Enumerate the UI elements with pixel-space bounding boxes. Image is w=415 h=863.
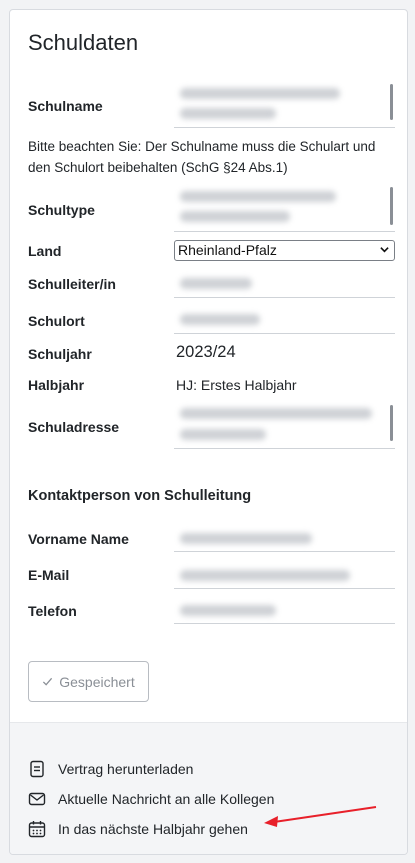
land-label: Land [28, 243, 62, 259]
envelope-icon [28, 792, 46, 806]
textarea-resize-handle[interactable] [390, 187, 393, 225]
school-data-card: Schuldaten Schulname Bitte beachten Sie:… [9, 9, 408, 855]
contact-telefon-input[interactable] [174, 598, 395, 624]
document-icon [30, 760, 44, 778]
contact-section-title: Kontaktperson von Schulleitung [28, 488, 252, 504]
contact-telefon-label: Telefon [28, 603, 77, 619]
schultype-textarea[interactable] [174, 184, 395, 232]
action-label: In das nächste Halbjahr gehen [58, 821, 248, 837]
save-button-label: Gespeichert [59, 673, 135, 690]
schulname-hint: Bitte beachten Sie: Der Schulname muss d… [28, 139, 376, 175]
contact-email-input[interactable] [174, 563, 395, 589]
contact-name-label: Vorname Name [28, 531, 129, 547]
schuladresse-label: Schuladresse [28, 419, 120, 435]
land-select[interactable]: Rheinland-Pfalz [174, 240, 395, 261]
annotation-arrow-icon [264, 806, 377, 827]
schulname-textarea[interactable] [174, 82, 395, 128]
actions-footer: Vertrag herunterladen Aktuelle Nachricht… [10, 722, 407, 854]
halbjahr-label: Halbjahr [28, 377, 85, 393]
textarea-resize-handle[interactable] [390, 84, 393, 120]
action-label: Vertrag herunterladen [58, 761, 194, 777]
contact-name-input[interactable] [174, 526, 395, 552]
action-next-semester[interactable]: In das nächste Halbjahr gehen [28, 819, 248, 839]
halbjahr-value: HJ: Erstes Halbjahr [176, 377, 297, 393]
schultype-label: Schultype [28, 202, 95, 218]
textarea-resize-handle[interactable] [390, 405, 393, 441]
schuljahr-label: Schuljahr [28, 346, 92, 362]
schulort-input[interactable] [174, 308, 395, 334]
action-label: Aktuelle Nachricht an alle Kollegen [58, 791, 275, 807]
schulleiter-input[interactable] [174, 272, 395, 298]
chevron-down-icon [380, 247, 389, 253]
schuladresse-textarea[interactable] [174, 402, 395, 449]
action-message-all[interactable]: Aktuelle Nachricht an alle Kollegen [28, 789, 274, 809]
check-icon [43, 677, 53, 686]
land-select-value: Rheinland-Pfalz [178, 242, 277, 258]
schulort-label: Schulort [28, 313, 85, 329]
action-download-contract[interactable]: Vertrag herunterladen [28, 759, 193, 779]
schuljahr-value[interactable]: 2023/24 [176, 343, 236, 362]
card-title: Schuldaten [28, 30, 139, 55]
save-button[interactable]: Gespeichert [28, 661, 149, 702]
contact-email-label: E-Mail [28, 567, 70, 583]
schulleiter-label: Schulleiter/in [28, 276, 116, 292]
calendar-icon [28, 821, 46, 838]
schulname-label: Schulname [28, 98, 103, 114]
